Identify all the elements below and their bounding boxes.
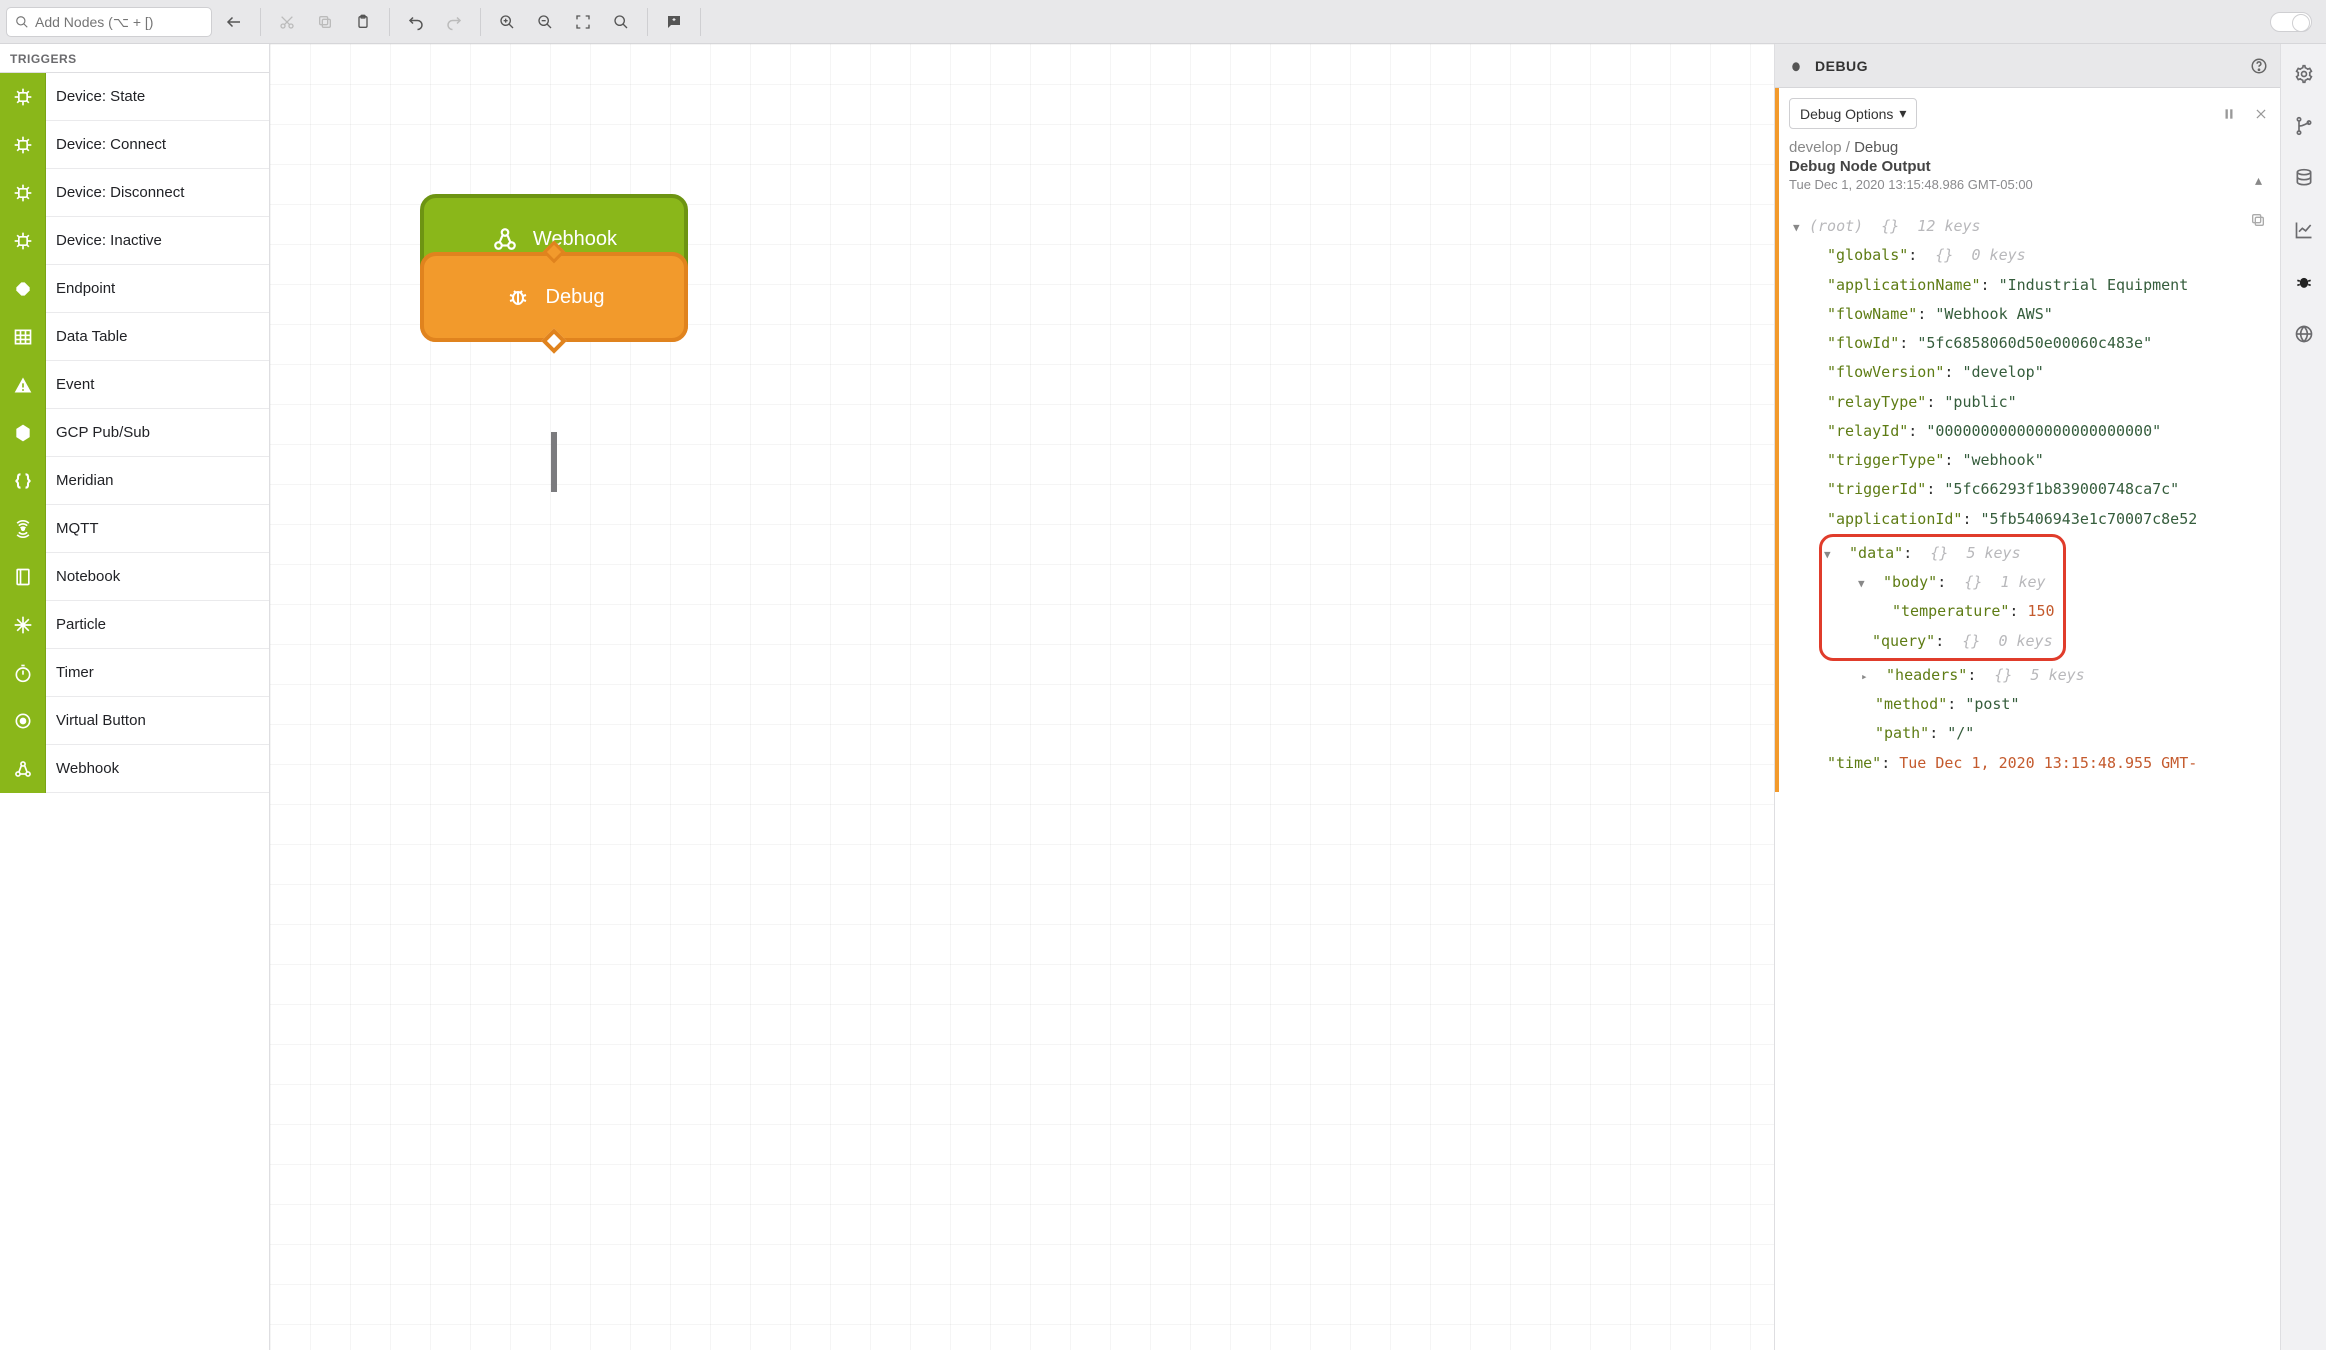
paste-button[interactable]: [347, 7, 379, 37]
palette-node[interactable]: Data Table: [0, 313, 269, 361]
zoom-fit-button[interactable]: [567, 7, 599, 37]
chart-icon[interactable]: [2294, 220, 2314, 240]
top-toolbar: ✱: [0, 0, 2326, 44]
palette-node-label: Notebook: [46, 568, 130, 585]
braces-icon: [0, 457, 46, 505]
flow-canvas[interactable]: Webhook Device: State Debug: [270, 44, 1774, 1350]
search-icon: [15, 15, 29, 29]
palette-node[interactable]: Device: State: [0, 73, 269, 121]
palette-node-label: Webhook: [46, 760, 129, 777]
debug-node-title: Debug Node Output: [1789, 158, 2268, 175]
chip-icon: [0, 73, 46, 121]
back-button[interactable]: [218, 7, 250, 37]
palette-node[interactable]: MQTT: [0, 505, 269, 553]
webhook-icon: [0, 745, 46, 793]
bug-icon[interactable]: [2294, 272, 2314, 292]
right-rail: [2280, 44, 2326, 1350]
notebook-icon: [0, 553, 46, 601]
help-icon[interactable]: [2250, 57, 2268, 75]
canvas-node-label: Webhook: [533, 228, 617, 251]
palette-node-label: Endpoint: [46, 280, 125, 297]
warning-icon: [0, 361, 46, 409]
palette-node[interactable]: Webhook: [0, 745, 269, 793]
palette-node[interactable]: Event: [0, 361, 269, 409]
palette-section-title: TRIGGERS: [0, 44, 269, 73]
webhook-icon: [491, 225, 519, 253]
zoom-in-button[interactable]: [491, 7, 523, 37]
zoom-out-button[interactable]: [529, 7, 561, 37]
palette-node[interactable]: Virtual Button: [0, 697, 269, 745]
palette-node[interactable]: Endpoint: [0, 265, 269, 313]
spark-icon: [0, 601, 46, 649]
chip-icon: [0, 169, 46, 217]
target-icon: [0, 697, 46, 745]
palette-node-label: Timer: [46, 664, 104, 681]
node-palette: TRIGGERS Device: State Device: Connect D…: [0, 44, 270, 1350]
globe-icon[interactable]: [2294, 324, 2314, 344]
breadcrumb: develop / Debug: [1789, 139, 2268, 156]
palette-node-label: Meridian: [46, 472, 124, 489]
palette-node[interactable]: Particle: [0, 601, 269, 649]
palette-node[interactable]: Device: Inactive: [0, 217, 269, 265]
search-input[interactable]: [35, 14, 203, 30]
debug-title: DEBUG: [1815, 58, 1868, 74]
debug-options-dropdown[interactable]: Debug Options ▾: [1789, 98, 1917, 129]
bug-icon: [504, 283, 532, 311]
gear-icon[interactable]: [2294, 64, 2314, 84]
chip-icon: [0, 121, 46, 169]
collapse-icon[interactable]: ▴: [2255, 172, 2262, 189]
zoom-reset-button[interactable]: [605, 7, 637, 37]
close-button[interactable]: [2254, 107, 2268, 121]
palette-node-label: Device: Inactive: [46, 232, 172, 249]
canvas-node-debug[interactable]: Debug: [420, 252, 688, 342]
hexagon-icon: [0, 409, 46, 457]
copy-button[interactable]: [309, 7, 341, 37]
broadcast-icon: [0, 505, 46, 553]
chevron-down-icon: ▾: [1899, 105, 1906, 122]
datastore-icon[interactable]: [2294, 168, 2314, 188]
undo-button[interactable]: [400, 7, 432, 37]
chip-icon: [0, 217, 46, 265]
palette-node-label: MQTT: [46, 520, 109, 537]
palette-node[interactable]: GCP Pub/Sub: [0, 409, 269, 457]
debug-toggle[interactable]: ✱: [2270, 12, 2312, 32]
cut-button[interactable]: [271, 7, 303, 37]
copy-icon[interactable]: [2250, 212, 2266, 228]
palette-node[interactable]: Device: Disconnect: [0, 169, 269, 217]
branch-icon[interactable]: [2294, 116, 2314, 136]
table-icon: [0, 313, 46, 361]
palette-node-label: Device: Connect: [46, 136, 176, 153]
stopwatch-icon: [0, 649, 46, 697]
canvas-node-label: Debug: [546, 286, 605, 309]
palette-node-label: Device: Disconnect: [46, 184, 194, 201]
debug-timestamp: Tue Dec 1, 2020 13:15:48.986 GMT-05:00: [1789, 177, 2268, 192]
palette-node[interactable]: Notebook: [0, 553, 269, 601]
palette-node[interactable]: Meridian: [0, 457, 269, 505]
palette-node-label: Data Table: [46, 328, 137, 345]
debug-json-output: ▼(root) {} 12 keys "globals": {} 0 keys …: [1775, 202, 2280, 792]
bug-icon: [1787, 57, 1805, 75]
palette-node-label: Device: State: [46, 88, 155, 105]
add-nodes-search[interactable]: [6, 7, 212, 37]
palette-node-label: Particle: [46, 616, 116, 633]
palette-node-label: Virtual Button: [46, 712, 156, 729]
plug-icon: [0, 265, 46, 313]
palette-node[interactable]: Timer: [0, 649, 269, 697]
add-comment-button[interactable]: [658, 7, 690, 37]
pause-button[interactable]: [2222, 107, 2236, 121]
debug-panel: DEBUG Debug Options ▾: [1774, 44, 2280, 1350]
palette-node[interactable]: Device: Connect: [0, 121, 269, 169]
palette-node-label: Event: [46, 376, 104, 393]
palette-node-label: GCP Pub/Sub: [46, 424, 160, 441]
redo-button[interactable]: [438, 7, 470, 37]
